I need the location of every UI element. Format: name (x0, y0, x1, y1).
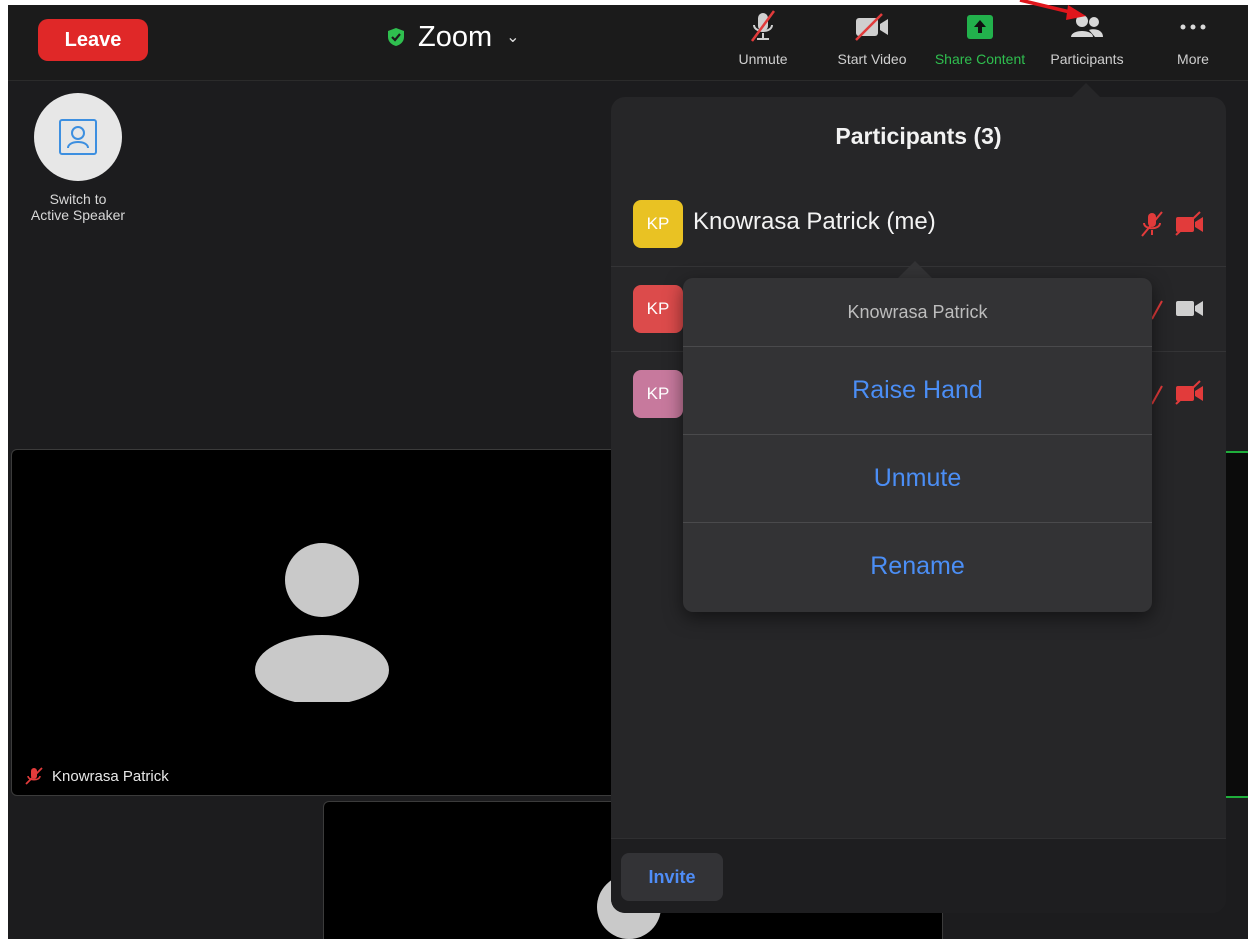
popover-pointer (898, 261, 932, 278)
unmute-label: Unmute (738, 51, 788, 67)
muted-mic-icon (1151, 300, 1163, 320)
muted-mic-icon (1151, 385, 1163, 405)
participants-label: Participants (1050, 51, 1124, 67)
invite-button[interactable]: Invite (621, 853, 723, 901)
unmute-menu-item[interactable]: Unmute (683, 434, 1152, 523)
avatar: KP (633, 200, 683, 248)
start-video-label: Start Video (837, 51, 907, 67)
participant-action-menu: Knowrasa Patrick Raise Hand Unmute Renam… (683, 278, 1152, 612)
switch-speaker-label-line1: Switch to (49, 191, 107, 207)
avatar: KP (633, 285, 683, 333)
muted-mic-icon (1141, 211, 1163, 237)
person-placeholder-icon (255, 543, 389, 702)
panel-footer: Invite (611, 838, 1226, 913)
video-participant-name: Knowrasa Patrick (52, 767, 169, 785)
video-off-icon (1175, 380, 1203, 405)
muted-mic-icon (25, 767, 43, 785)
video-off-icon (1175, 211, 1203, 236)
raise-hand-menu-item[interactable]: Raise Hand (683, 346, 1152, 435)
switch-speaker-circle[interactable] (34, 93, 122, 181)
participant-row-1[interactable]: KP Knowrasa Patrick (me) (611, 182, 1226, 267)
switch-to-active-speaker-button[interactable]: Switch to Active Speaker (22, 93, 134, 223)
panel-title: Participants (3) (835, 123, 1002, 149)
participant-video-tile[interactable]: Knowrasa Patrick (11, 449, 713, 796)
video-icon (1176, 301, 1203, 316)
speaker-view-icon (59, 119, 97, 155)
more-label: More (1177, 51, 1209, 67)
avatar: KP (633, 370, 683, 418)
annotation-arrow-icon (1019, 0, 1086, 20)
rename-menu-item[interactable]: Rename (683, 522, 1152, 610)
share-content-label: Share Content (934, 51, 1026, 67)
participant-name: Knowrasa Patrick (me) (693, 208, 936, 235)
zoom-window: Leave Zoom ⌄ Unmute Start Video Share Co… (8, 5, 1248, 939)
video-name-tag: Knowrasa Patrick (24, 766, 169, 786)
panel-pointer (1071, 83, 1101, 98)
popover-title: Knowrasa Patrick (683, 278, 1152, 347)
switch-speaker-label-line2: Active Speaker (30, 207, 126, 223)
